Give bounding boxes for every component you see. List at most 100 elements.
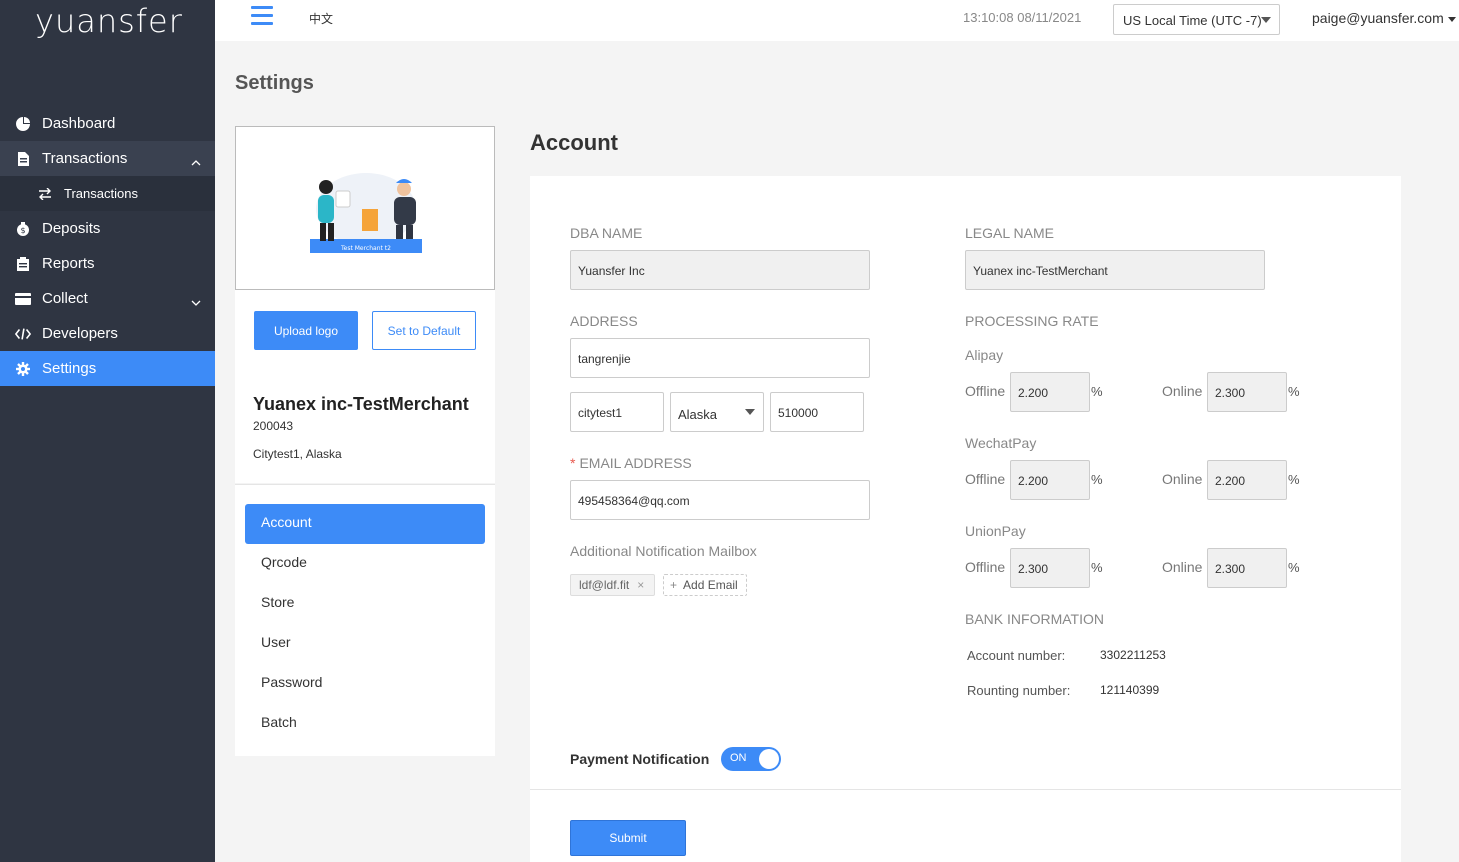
zip-field[interactable]: 510000 [770, 392, 864, 432]
sidebar-item-label: Deposits [42, 220, 101, 237]
sidebar-item-transactions[interactable]: Transactions [0, 141, 215, 176]
unionpay-offline-rate[interactable]: 2.300 [1010, 548, 1090, 588]
dropdown-arrow-icon [1261, 17, 1271, 23]
state-value: Alaska [678, 407, 718, 422]
percent-sign: % [1091, 560, 1103, 575]
merchant-card: Upload logo Set to Default Yuanex inc-Te… [235, 290, 495, 483]
chevron-up-icon [191, 153, 201, 170]
app-logo[interactable]: yuansfer [35, 2, 183, 40]
pie-chart-icon [15, 116, 31, 132]
sidebar-item-dashboard[interactable]: Dashboard [0, 106, 215, 141]
sidebar-item-collect[interactable]: Collect [0, 281, 215, 316]
clipboard-icon [15, 256, 31, 272]
offline-label: Offline [965, 383, 1006, 399]
code-icon [15, 326, 31, 342]
close-icon[interactable]: × [637, 578, 644, 592]
merchant-location: Citytest1, Alaska [253, 447, 342, 461]
timezone-select[interactable]: US Local Time (UTC -7) [1113, 4, 1280, 35]
unionpay-online-rate[interactable]: 2.300 [1207, 548, 1287, 588]
user-email: paige@yuansfer.com [1312, 10, 1444, 26]
swap-arrows-icon [37, 186, 53, 202]
email-tag: ldf@ldf.fit × [570, 574, 655, 596]
merchant-logo-box: Test Merchant t2 [235, 126, 495, 290]
online-label: Online [1162, 383, 1203, 399]
dropdown-arrow-icon [745, 409, 755, 415]
routing-number-label: Rounting number: [967, 683, 1071, 698]
bank-info-label: BANK INFORMATION [965, 611, 1104, 627]
notify-mailbox-label: Additional Notification Mailbox [570, 543, 757, 559]
processing-rate-label: PROCESSING RATE [965, 313, 1099, 329]
state-select[interactable]: Alaska [670, 392, 764, 432]
settings-menu-user[interactable]: User [245, 624, 485, 664]
wechatpay-offline-rate[interactable]: 2.200 [1010, 460, 1090, 500]
sidebar-item-label: Dashboard [42, 115, 116, 132]
merchant-logo-image: Test Merchant t2 [310, 173, 422, 253]
wechatpay-online-rate[interactable]: 2.200 [1207, 460, 1287, 500]
settings-menu-account[interactable]: Account [245, 504, 485, 544]
set-default-button[interactable]: Set to Default [372, 311, 476, 350]
sidebar-item-label: Settings [42, 360, 97, 377]
account-form: DBA NAME Yuansfer Inc ADDRESS tangrenjie… [530, 176, 1401, 862]
sidebar-subitem-transactions[interactable]: Transactions [0, 176, 215, 211]
alipay-online-rate[interactable]: 2.300 [1207, 372, 1287, 412]
payment-notification-toggle[interactable]: ON [721, 747, 781, 771]
current-datetime: 13:10:08 08/11/2021 [963, 10, 1082, 25]
sidebar-item-label: Transactions [42, 150, 128, 167]
dba-name-field[interactable]: Yuansfer Inc [570, 250, 870, 290]
address-field[interactable]: tangrenjie [570, 338, 870, 378]
settings-menu-password[interactable]: Password [245, 664, 485, 704]
language-switch[interactable]: 中文 [309, 10, 333, 27]
merchant-name: Yuanex inc-TestMerchant [253, 394, 469, 414]
legal-name-field[interactable]: Yuanex inc-TestMerchant [965, 250, 1265, 290]
page-title: Settings [235, 72, 314, 94]
account-title: Account [530, 130, 618, 155]
menu-toggle-icon[interactable] [251, 6, 273, 26]
sidebar-nav: Dashboard Transactions Transactions $ De… [0, 106, 215, 386]
logo-caption: Test Merchant t2 [340, 245, 391, 252]
sidebar-item-settings[interactable]: Settings [0, 351, 215, 386]
payment-notification-label: Payment Notification [570, 751, 710, 767]
email-label-text: EMAIL ADDRESS [579, 455, 692, 471]
svg-text:$: $ [20, 226, 25, 235]
gear-icon [15, 361, 31, 377]
percent-sign: % [1288, 472, 1300, 487]
email-label: * EMAIL ADDRESS [570, 455, 692, 471]
submit-button[interactable]: Submit [570, 820, 686, 856]
top-bar: 中文 13:10:08 08/11/2021 US Local Time (UT… [215, 0, 1459, 41]
sidebar-item-label: Reports [42, 255, 95, 272]
percent-sign: % [1288, 560, 1300, 575]
settings-menu-store[interactable]: Store [245, 584, 485, 624]
wechatpay-label: WechatPay [965, 435, 1037, 451]
sidebar-item-reports[interactable]: Reports [0, 246, 215, 281]
chevron-down-icon [191, 293, 201, 310]
dba-label: DBA NAME [570, 225, 643, 241]
email-field[interactable]: 495458364@qq.com [570, 480, 870, 520]
settings-menu-qrcode[interactable]: Qrcode [245, 544, 485, 584]
add-email-button[interactable]: + Add Email [663, 574, 747, 596]
routing-number-value: 121140399 [1100, 683, 1160, 697]
divider [530, 789, 1401, 790]
percent-sign: % [1091, 384, 1103, 399]
percent-sign: % [1288, 384, 1300, 399]
required-asterisk: * [570, 455, 576, 471]
city-field[interactable]: citytest1 [570, 392, 664, 432]
toggle-state-label: ON [730, 752, 747, 764]
plus-icon: + [670, 578, 678, 592]
merchant-id: 200043 [253, 419, 294, 433]
sidebar-item-label: Collect [42, 290, 88, 307]
sidebar-item-developers[interactable]: Developers [0, 316, 215, 351]
sidebar-item-deposits[interactable]: $ Deposits [0, 211, 215, 246]
account-number-value: 3302211253 [1100, 648, 1166, 662]
upload-logo-button[interactable]: Upload logo [254, 311, 358, 350]
alipay-offline-rate[interactable]: 2.200 [1010, 372, 1090, 412]
document-icon [15, 151, 31, 167]
settings-menu-batch[interactable]: Batch [245, 704, 485, 744]
user-menu[interactable]: paige@yuansfer.com [1312, 10, 1456, 26]
legal-name-label: LEGAL NAME [965, 225, 1054, 241]
online-label: Online [1162, 559, 1203, 575]
settings-menu: Account Qrcode Store User Password Batch [235, 484, 495, 756]
timezone-value: US Local Time (UTC -7) [1123, 13, 1262, 28]
offline-label: Offline [965, 559, 1006, 575]
email-tag-text: ldf@ldf.fit [579, 578, 630, 592]
unionpay-label: UnionPay [965, 523, 1026, 539]
